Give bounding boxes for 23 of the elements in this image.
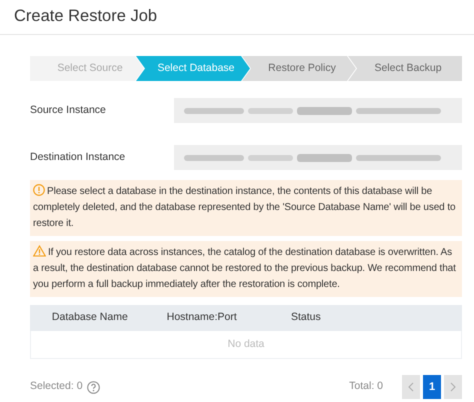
alert-message: Please select a database in the destination instance, the contents of this database will be completely deleted, and the database represented by the 'Source Database Name' will be used to restore it. xyxy=(33,184,456,231)
chevron-left-icon xyxy=(408,382,414,392)
field-label: Source Instance xyxy=(30,104,107,118)
total-count: Total: 0 xyxy=(349,380,383,394)
help-icon[interactable] xyxy=(86,380,100,394)
column-header: Database Name xyxy=(50,311,129,325)
previous-page-button[interactable] xyxy=(402,375,420,399)
wizard-step: Select Database xyxy=(136,56,250,81)
empty-text: No data xyxy=(228,338,264,352)
column-header: Hostname:Port xyxy=(166,311,238,325)
chevron-right-icon xyxy=(450,382,456,392)
column-header: Status xyxy=(290,311,322,325)
alert-message: If you restore data across instances, the catalog of the destination database is overwritten. As a result, the destination database cannot be restored to the previous backup. We recommend that you perform a full backup immediately after the restoration is complete. xyxy=(33,245,457,292)
info-icon xyxy=(33,184,45,196)
selected-count: Selected: 0 xyxy=(30,380,83,394)
dialog-title: Create Restore Job xyxy=(14,6,158,27)
next-page-button[interactable] xyxy=(444,375,462,399)
wizard-step: Select Backup xyxy=(348,56,462,81)
page-button[interactable]: 1 xyxy=(423,375,441,399)
wizard-step: Restore Policy xyxy=(242,56,356,81)
warning-icon xyxy=(33,245,46,257)
wizard-step: Select Source xyxy=(30,56,144,81)
field-label: Destination Instance xyxy=(30,150,126,164)
